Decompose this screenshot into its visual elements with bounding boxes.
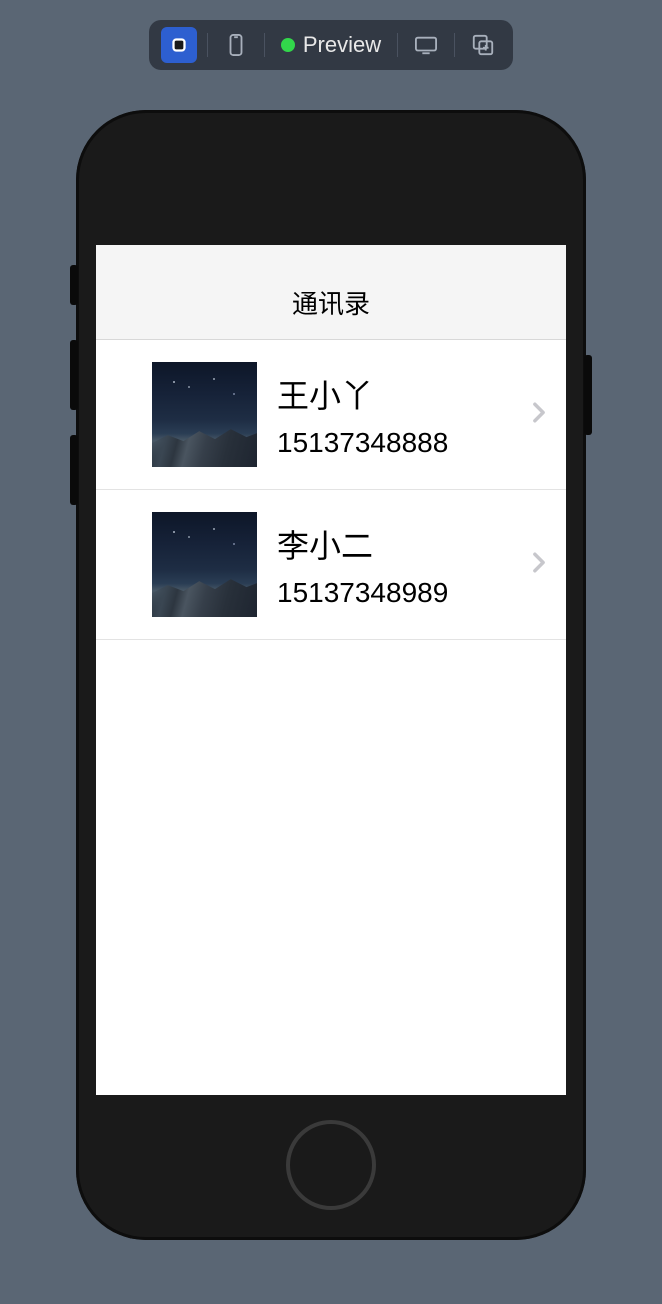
contact-phone: 15137348888 xyxy=(277,427,546,459)
display-icon xyxy=(413,34,439,56)
simulator-toolbar: Preview xyxy=(149,20,513,70)
stop-button[interactable] xyxy=(161,27,197,63)
contact-row[interactable]: 王小丫 15137348888 xyxy=(96,340,566,490)
navigation-bar: 通讯录 xyxy=(96,245,566,340)
stop-icon xyxy=(168,34,190,56)
preview-label: Preview xyxy=(303,32,381,58)
contact-info: 李小二 15137348989 xyxy=(277,521,546,609)
toolbar-divider xyxy=(397,33,398,57)
avatar xyxy=(152,512,257,617)
preview-status[interactable]: Preview xyxy=(275,32,387,58)
contact-list[interactable]: 王小丫 15137348888 李小二 15137348989 xyxy=(96,340,566,1095)
chevron-right-icon xyxy=(532,551,546,578)
phone-screen: 通讯录 王小丫 15137348888 李小 xyxy=(96,245,566,1095)
duplicate-icon xyxy=(471,33,495,57)
contact-row[interactable]: 李小二 15137348989 xyxy=(96,490,566,640)
contact-info: 王小丫 15137348888 xyxy=(277,371,546,459)
device-selector-button[interactable] xyxy=(218,27,254,63)
chevron-right-icon xyxy=(532,401,546,428)
power-button xyxy=(584,355,592,435)
volume-down-button xyxy=(70,435,78,505)
toolbar-divider xyxy=(207,33,208,57)
contact-name: 王小丫 xyxy=(277,371,546,417)
home-button[interactable] xyxy=(286,1120,376,1210)
duplicate-button[interactable] xyxy=(465,27,501,63)
toolbar-divider xyxy=(264,33,265,57)
toolbar-divider xyxy=(454,33,455,57)
display-settings-button[interactable] xyxy=(408,27,444,63)
phone-device-icon xyxy=(225,32,247,58)
status-dot-icon xyxy=(281,38,295,52)
volume-up-button xyxy=(70,340,78,410)
avatar xyxy=(152,362,257,467)
mute-switch xyxy=(70,265,78,305)
contact-phone: 15137348989 xyxy=(277,577,546,609)
page-title: 通讯录 xyxy=(292,284,370,321)
contact-name: 李小二 xyxy=(277,521,546,567)
phone-frame: 通讯录 王小丫 15137348888 李小 xyxy=(76,110,586,1240)
